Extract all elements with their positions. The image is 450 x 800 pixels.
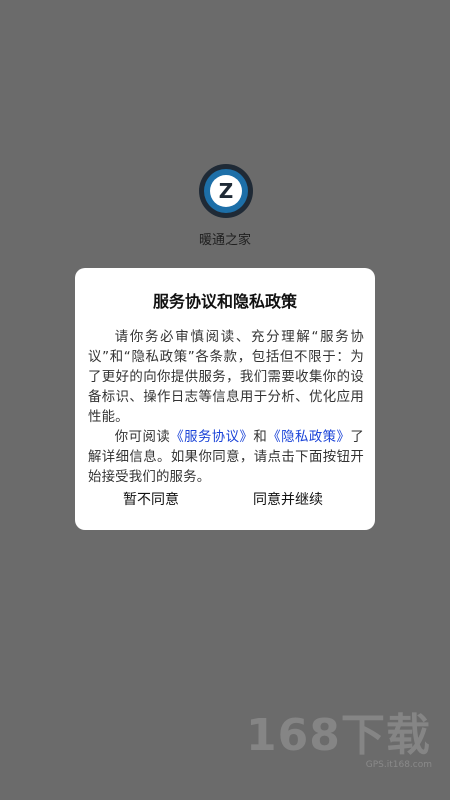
para2-prefix: 你可阅读 [114,430,171,445]
para2-and: 和 [253,430,268,445]
watermark-sub-text: GPS.it168.com [365,760,432,770]
dialog-paragraph-2: 你可阅读《服务协议》和《隐私政策》了解详细信息。如果你同意，请点击下面按钮开始接… [88,428,364,488]
dialog-title: 服务协议和隐私政策 [152,292,297,311]
accept-continue-button[interactable]: 同意并继续 [253,489,323,509]
dialog-paragraph-1: 请你务必审慎阅读、充分理解“服务协议”和“隐私政策”各条款，包括但不限于：为了更… [88,330,364,425]
service-agreement-link[interactable]: 《服务协议》 [170,430,253,445]
watermark: 168下载 GPS.it168.com [246,712,442,772]
app-name: 暖通之家 [198,233,251,248]
privacy-policy-link[interactable]: 《隐私政策》 [267,430,350,445]
app-logo-icon: Z [198,163,254,219]
privacy-dialog: 服务协议和隐私政策 请你务必审慎阅读、充分理解“服务协议”和“隐私政策”各条款，… [75,268,375,530]
decline-button[interactable]: 暂不同意 [123,489,179,509]
watermark-main-text: 168下载 [246,710,431,761]
svg-text:Z: Z [219,179,234,203]
dialog-body: 请你务必审慎阅读、充分理解“服务协议”和“隐私政策”各条款，包括但不限于：为了更… [88,328,364,488]
